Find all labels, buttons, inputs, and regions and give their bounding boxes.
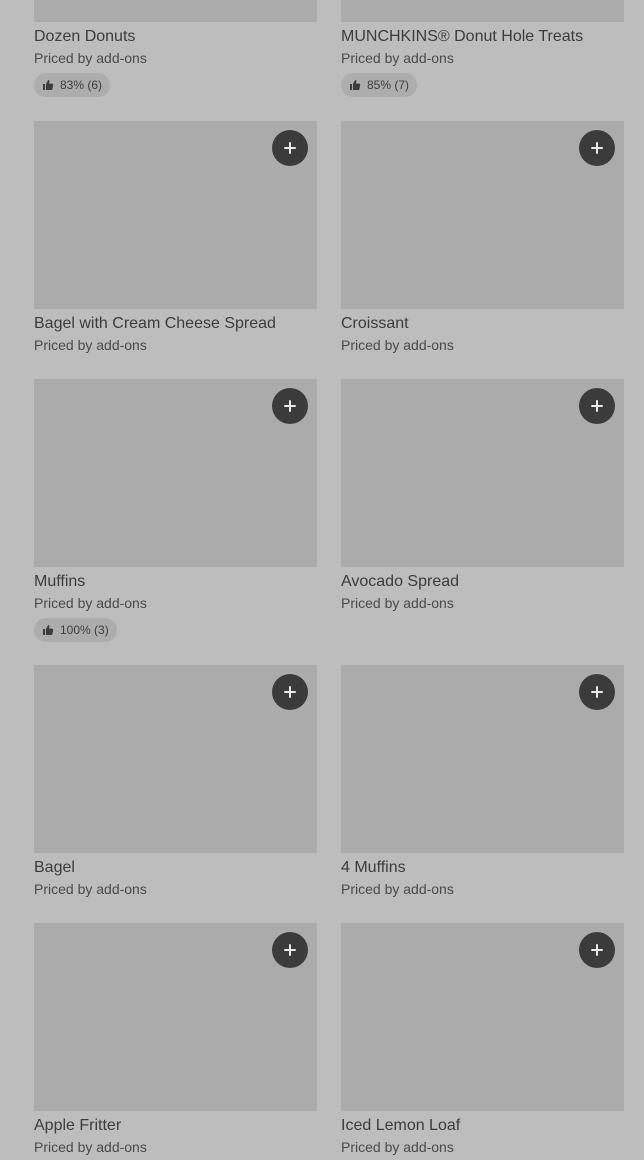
item-image[interactable] [341,923,624,1111]
item-price: Priced by add-ons [34,595,147,611]
item-price: Priced by add-ons [341,1139,454,1155]
item-price: Priced by add-ons [34,1139,147,1155]
menu-item-card[interactable]: MUNCHKINS® Donut Hole Treats Priced by a… [341,0,624,97]
item-price: Priced by add-ons [341,595,454,611]
plus-icon [284,400,296,412]
menu-item-card[interactable]: Bagel with Cream Cheese Spread Priced by… [34,121,317,354]
item-name[interactable]: MUNCHKINS® Donut Hole Treats [341,27,624,47]
item-name[interactable]: Dozen Donuts [34,27,317,47]
add-item-button[interactable] [272,388,308,424]
item-name[interactable]: Avocado Spread [341,572,624,592]
menu-item-card[interactable]: Bagel Priced by add-ons [34,665,317,898]
menu-item-card[interactable]: Dozen Donuts Priced by add-ons 83% (6) [34,0,317,97]
item-image[interactable] [34,665,317,853]
rating-text: 100% (3) [60,623,109,637]
item-price: Priced by add-ons [341,881,454,897]
menu-item-card[interactable]: Avocado Spread Priced by add-ons [341,379,624,612]
menu-item-card[interactable]: Muffins Priced by add-ons 100% (3) [34,379,317,642]
item-image[interactable] [341,665,624,853]
item-name[interactable]: Bagel [34,858,317,878]
add-item-button[interactable] [579,674,615,710]
item-image[interactable] [34,379,317,567]
rating-badge: 83% (6) [34,73,111,97]
item-image[interactable] [341,379,624,567]
menu-item-card[interactable]: Croissant Priced by add-ons [341,121,624,354]
plus-icon [591,400,603,412]
item-price: Priced by add-ons [341,50,454,66]
rating-badge: 100% (3) [34,618,117,642]
plus-icon [591,944,603,956]
thumbs-up-icon [43,80,54,90]
item-name[interactable]: 4 Muffins [341,858,624,878]
item-image[interactable] [34,121,317,309]
add-item-button[interactable] [272,932,308,968]
item-name[interactable]: Croissant [341,314,624,334]
item-image[interactable] [341,0,624,22]
item-price: Priced by add-ons [34,881,147,897]
menu-item-card[interactable]: 4 Muffins Priced by add-ons [341,665,624,898]
add-item-button[interactable] [272,674,308,710]
item-name[interactable]: Bagel with Cream Cheese Spread [34,314,317,334]
rating-text: 83% (6) [60,78,103,92]
add-item-button[interactable] [579,932,615,968]
menu-item-card[interactable]: Apple Fritter Priced by add-ons [34,923,317,1156]
plus-icon [591,142,603,154]
item-price: Priced by add-ons [34,50,147,66]
plus-icon [591,686,603,698]
rating-text: 85% (7) [367,78,410,92]
add-item-button[interactable] [579,388,615,424]
item-name[interactable]: Muffins [34,572,317,592]
rating-badge: 85% (7) [341,73,418,97]
thumbs-up-icon [43,625,54,635]
menu-item-card[interactable]: Iced Lemon Loaf Priced by add-ons [341,923,624,1156]
add-item-button[interactable] [272,130,308,166]
plus-icon [284,944,296,956]
item-image[interactable] [341,121,624,309]
item-price: Priced by add-ons [34,337,147,353]
thumbs-up-icon [350,80,361,90]
item-image[interactable] [34,0,317,22]
item-image[interactable] [34,923,317,1111]
menu-item-grid: Dozen Donuts Priced by add-ons 83% (6) M… [0,0,644,1160]
item-name[interactable]: Apple Fritter [34,1116,317,1136]
add-item-button[interactable] [579,130,615,166]
item-name[interactable]: Iced Lemon Loaf [341,1116,624,1136]
plus-icon [284,686,296,698]
plus-icon [284,142,296,154]
item-price: Priced by add-ons [341,337,454,353]
